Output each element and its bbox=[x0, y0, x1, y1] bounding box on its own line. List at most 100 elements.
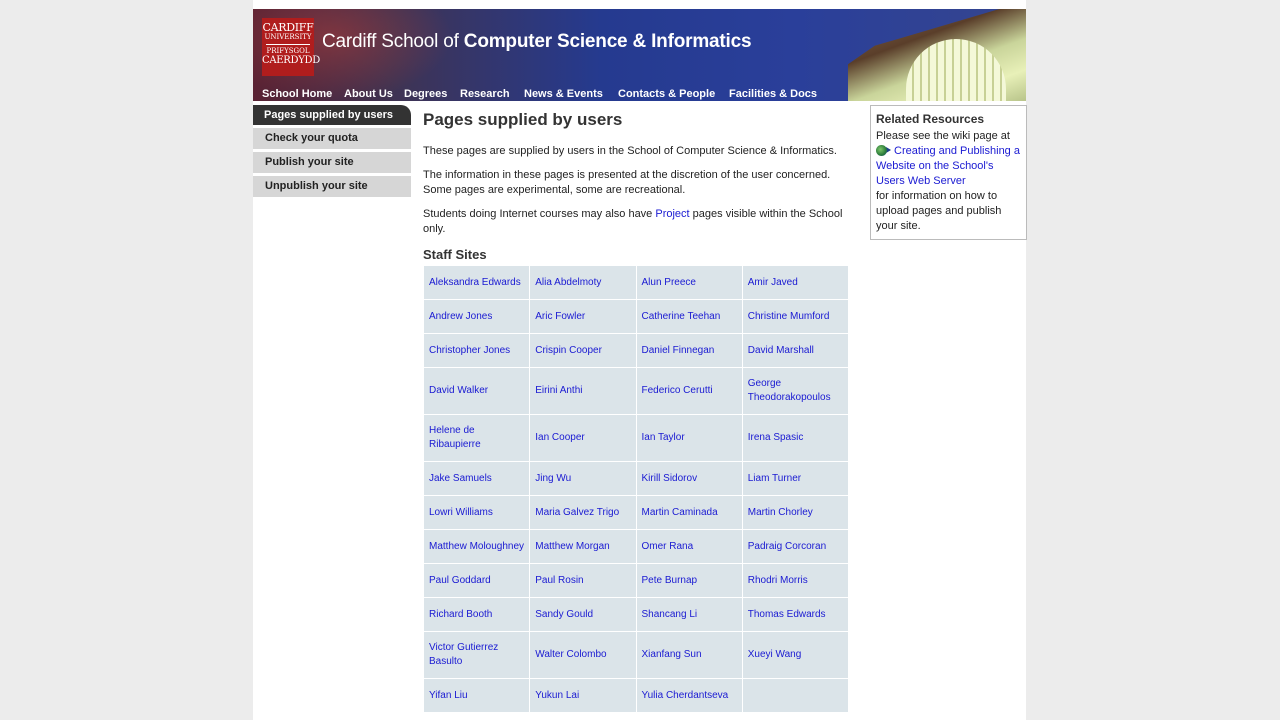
sidebar-item-pages-supplied[interactable]: Pages supplied by users bbox=[253, 105, 411, 125]
table-cell: Sandy Gould bbox=[529, 597, 637, 632]
students-text-before: Students doing Internet courses may also… bbox=[423, 208, 656, 220]
staff-site-link[interactable]: Victor Gutierrez Basulto bbox=[429, 642, 498, 667]
staff-site-link[interactable]: Catherine Teehan bbox=[642, 311, 721, 322]
nav-facilities-docs[interactable]: Facilities & Docs bbox=[729, 88, 817, 100]
table-cell: Jake Samuels bbox=[422, 461, 531, 496]
table-cell: Kirill Sidorov bbox=[635, 461, 743, 496]
table-cell: David Walker bbox=[422, 367, 531, 415]
staff-site-link[interactable]: Liam Turner bbox=[748, 473, 801, 484]
nav-about-us[interactable]: About Us bbox=[344, 88, 393, 100]
sidebar-item-check-quota[interactable]: Check your quota bbox=[253, 128, 411, 149]
staff-site-link[interactable]: Christine Mumford bbox=[748, 311, 830, 322]
staff-site-link[interactable]: George Theodorakopoulos bbox=[748, 378, 831, 403]
table-cell: Maria Galvez Trigo bbox=[529, 495, 637, 530]
staff-site-link[interactable]: Rhodri Morris bbox=[748, 575, 808, 586]
staff-site-link[interactable]: Sandy Gould bbox=[535, 609, 593, 620]
staff-site-link[interactable]: Matthew Moloughney bbox=[429, 541, 524, 552]
staff-site-link[interactable]: Jake Samuels bbox=[429, 473, 492, 484]
project-link[interactable]: Project bbox=[655, 208, 689, 220]
building-image bbox=[848, 9, 1026, 101]
staff-site-link[interactable]: Xianfang Sun bbox=[642, 649, 702, 660]
table-cell: Paul Goddard bbox=[422, 563, 531, 598]
sidebar-menu: Pages supplied by users Check your quota… bbox=[253, 105, 411, 200]
staff-site-link[interactable]: Daniel Finnegan bbox=[642, 345, 715, 356]
logo-line2: UNIVERSITY bbox=[264, 33, 312, 41]
staff-site-link[interactable]: Federico Cerutti bbox=[642, 385, 713, 396]
staff-site-link[interactable]: Lowri Williams bbox=[429, 507, 493, 518]
logo-line1: CARDIFF bbox=[262, 21, 314, 34]
staff-site-link[interactable]: Alun Preece bbox=[642, 277, 696, 288]
table-cell: Yukun Lai bbox=[529, 678, 637, 713]
nav-degrees[interactable]: Degrees bbox=[404, 88, 447, 100]
staff-site-link[interactable]: Irena Spasic bbox=[748, 432, 804, 443]
intro-paragraph: These pages are supplied by users in the… bbox=[423, 145, 837, 157]
staff-site-link[interactable]: Aric Fowler bbox=[535, 311, 585, 322]
staff-site-link[interactable]: Thomas Edwards bbox=[748, 609, 826, 620]
staff-site-link[interactable]: Padraig Corcoran bbox=[748, 541, 826, 552]
staff-site-link[interactable]: Christopher Jones bbox=[429, 345, 510, 356]
table-cell: Alia Abdelmoty bbox=[529, 265, 637, 300]
related-intro: Please see the wiki page at bbox=[876, 130, 1010, 142]
staff-site-link[interactable]: Andrew Jones bbox=[429, 311, 492, 322]
table-cell: Thomas Edwards bbox=[741, 597, 850, 632]
staff-site-link[interactable]: David Marshall bbox=[748, 345, 814, 356]
table-cell: Crispin Cooper bbox=[529, 333, 637, 368]
staff-site-link[interactable]: Ian Cooper bbox=[535, 432, 584, 443]
table-cell: Federico Cerutti bbox=[635, 367, 743, 415]
staff-site-link[interactable]: Martin Chorley bbox=[748, 507, 813, 518]
table-cell: David Marshall bbox=[741, 333, 850, 368]
table-cell: Aleksandra Edwards bbox=[422, 265, 531, 300]
table-row: Aleksandra Edwards Alia Abdelmoty Alun Pre… bbox=[422, 265, 850, 300]
table-cell: Xueyi Wang bbox=[741, 631, 850, 679]
staff-site-link[interactable]: Crispin Cooper bbox=[535, 345, 602, 356]
table-row: Andrew Jones Aric Fowler Catherine Teehan C… bbox=[422, 299, 850, 334]
staff-site-link[interactable]: Amir Javed bbox=[748, 277, 798, 288]
nav-news-events[interactable]: News & Events bbox=[524, 88, 603, 100]
logo-line3: PRIFYSGOL bbox=[266, 47, 310, 55]
table-cell: Lowri Williams bbox=[422, 495, 531, 530]
sidebar-item-unpublish[interactable]: Unpublish your site bbox=[253, 176, 411, 197]
staff-site-link[interactable]: Yulia Cherdantseva bbox=[642, 690, 729, 701]
table-cell: Jing Wu bbox=[529, 461, 637, 496]
staff-site-link[interactable]: Jing Wu bbox=[535, 473, 571, 484]
table-cell: Eirini Anthi bbox=[529, 367, 637, 415]
staff-site-link[interactable]: Pete Burnap bbox=[642, 575, 698, 586]
staff-site-link[interactable]: Maria Galvez Trigo bbox=[535, 507, 619, 518]
staff-site-link[interactable]: Shancang Li bbox=[642, 609, 698, 620]
staff-site-link[interactable]: Helene de Ribaupierre bbox=[429, 425, 481, 450]
nav-research[interactable]: Research bbox=[460, 88, 510, 100]
staff-site-link[interactable]: Martin Caminada bbox=[642, 507, 718, 518]
staff-site-link[interactable]: Eirini Anthi bbox=[535, 385, 582, 396]
staff-site-link[interactable]: Yukun Lai bbox=[535, 690, 579, 701]
staff-site-link[interactable]: Yifan Liu bbox=[429, 690, 468, 701]
related-outro: for information on how to upload pages a… bbox=[876, 190, 1002, 232]
university-logo[interactable]: CARDIFF UNIVERSITY PRIFYSGOL CAERDYDD bbox=[262, 18, 320, 76]
staff-site-link[interactable]: Aleksandra Edwards bbox=[429, 277, 521, 288]
nav-school-home[interactable]: School Home bbox=[262, 88, 332, 100]
table-row: Matthew Moloughney Matthew Morgan Omer Ran… bbox=[422, 529, 850, 564]
table-cell: Xianfang Sun bbox=[635, 631, 743, 679]
nav-contacts-people[interactable]: Contacts & People bbox=[618, 88, 715, 100]
staff-site-link[interactable]: Xueyi Wang bbox=[748, 649, 802, 660]
table-cell: Christine Mumford bbox=[741, 299, 850, 334]
table-row: Jake Samuels Jing Wu Kirill Sidorov Liam Tu… bbox=[422, 461, 850, 496]
staff-site-link[interactable]: Omer Rana bbox=[642, 541, 694, 552]
staff-site-link[interactable]: Matthew Morgan bbox=[535, 541, 609, 552]
table-row: Victor Gutierrez Basulto Walter Colombo Xi… bbox=[422, 631, 850, 679]
staff-site-link[interactable]: Ian Taylor bbox=[642, 432, 685, 443]
top-nav: School Home About Us Degrees Research Ne… bbox=[253, 88, 848, 101]
staff-site-link[interactable]: Paul Rosin bbox=[535, 575, 583, 586]
table-cell: Alun Preece bbox=[635, 265, 743, 300]
staff-site-link[interactable]: David Walker bbox=[429, 385, 488, 396]
site-title-prefix: Cardiff School of bbox=[322, 31, 464, 52]
staff-site-link[interactable]: Richard Booth bbox=[429, 609, 492, 620]
table-row: Paul Goddard Paul Rosin Pete Burnap Rhodri … bbox=[422, 563, 850, 598]
site-title-bold: Computer Science & Informatics bbox=[463, 31, 752, 52]
staff-site-link[interactable]: Kirill Sidorov bbox=[642, 473, 698, 484]
staff-site-link[interactable]: Alia Abdelmoty bbox=[535, 277, 601, 288]
wiki-page-link[interactable]: Creating and Publishing a Website on the… bbox=[876, 145, 1020, 187]
sidebar-item-publish[interactable]: Publish your site bbox=[253, 152, 411, 173]
table-cell: Liam Turner bbox=[741, 461, 850, 496]
staff-site-link[interactable]: Paul Goddard bbox=[429, 575, 491, 586]
staff-site-link[interactable]: Walter Colombo bbox=[535, 649, 606, 660]
